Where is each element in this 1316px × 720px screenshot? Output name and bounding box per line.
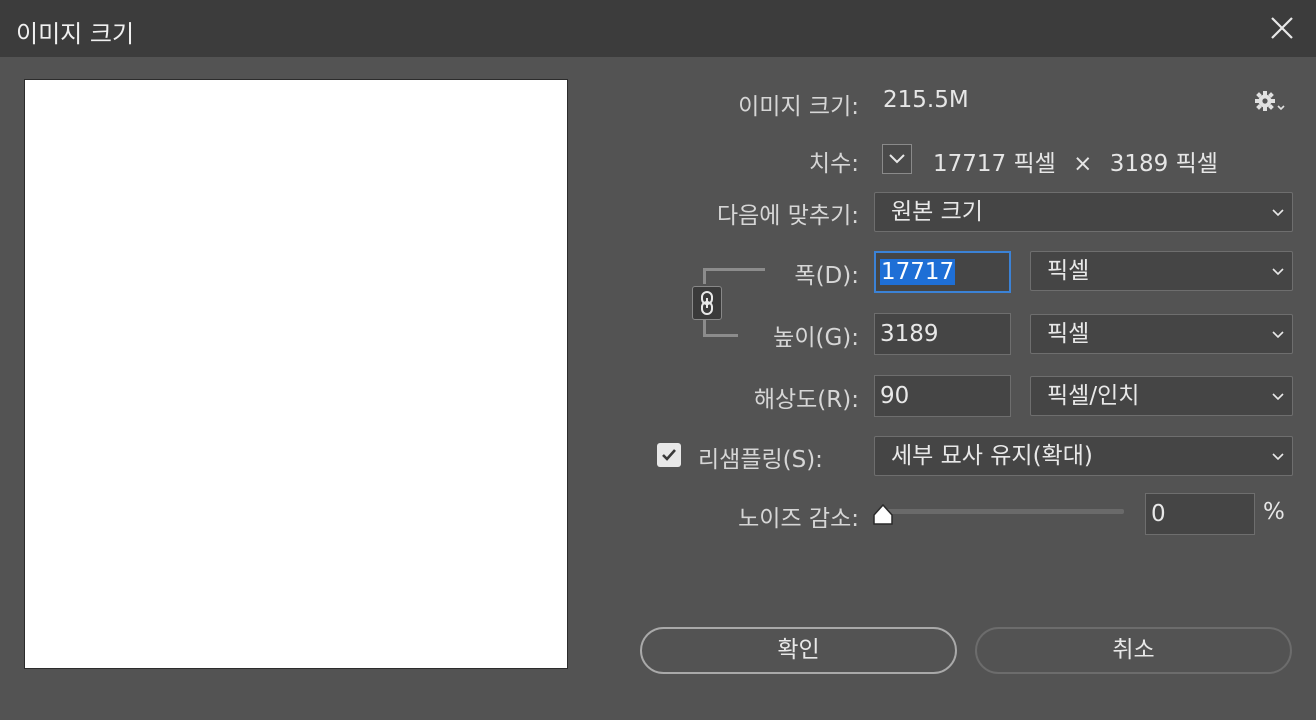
dimensions-width-unit: 픽셀	[1013, 151, 1056, 177]
dimensions-separator: ×	[1073, 151, 1093, 177]
resolution-input[interactable]: 90	[874, 375, 1011, 417]
height-input-value: 3189	[880, 321, 939, 347]
resolution-unit-select[interactable]: 픽셀/인치	[1030, 376, 1293, 416]
chevron-down-icon	[1272, 209, 1284, 217]
chevron-down-icon	[1272, 268, 1284, 276]
close-button[interactable]	[1266, 12, 1298, 44]
link-bracket-top	[703, 268, 765, 271]
dimensions-height-unit: 픽셀	[1175, 151, 1218, 177]
chevron-down-icon	[889, 154, 905, 164]
chevron-down-icon	[1272, 331, 1284, 339]
dimensions-unit-toggle[interactable]	[882, 144, 912, 174]
fit-to-label: 다음에 맞추기:	[716, 203, 859, 229]
dialog-title: 이미지 크기	[16, 20, 135, 48]
noise-reduction-unit: %	[1263, 499, 1285, 525]
resample-label: 리샘플링(S):	[698, 447, 823, 473]
resample-checkbox[interactable]	[657, 443, 681, 467]
dimensions-width-value: 17717	[933, 151, 1007, 177]
close-icon	[1271, 17, 1293, 39]
noise-reduction-slider[interactable]	[884, 509, 1124, 514]
link-bracket-top-vertical	[703, 268, 706, 284]
width-unit-select[interactable]: 픽셀	[1030, 251, 1293, 291]
fit-to-selected: 원본 크기	[891, 199, 983, 225]
dimensions-height-value: 3189	[1109, 151, 1169, 177]
resample-method-selected: 세부 묘사 유지(확대)	[891, 443, 1093, 469]
gear-icon	[1255, 91, 1285, 111]
link-icon	[701, 291, 713, 315]
height-input[interactable]: 3189	[874, 313, 1011, 355]
ok-button[interactable]: 확인	[640, 627, 957, 674]
chevron-down-icon	[1272, 393, 1284, 401]
resolution-unit-selected: 픽셀/인치	[1047, 383, 1140, 409]
height-unit-selected: 픽셀	[1047, 321, 1090, 347]
height-unit-select[interactable]: 픽셀	[1030, 314, 1293, 354]
fit-to-select[interactable]: 원본 크기	[874, 192, 1293, 232]
width-input-value: 17717	[880, 259, 956, 285]
noise-reduction-input[interactable]: 0	[1145, 493, 1255, 535]
noise-reduction-value: 0	[1151, 501, 1166, 527]
image-size-label: 이미지 크기:	[738, 94, 859, 120]
resolution-label: 해상도(R):	[753, 387, 859, 413]
width-unit-selected: 픽셀	[1047, 258, 1090, 284]
title-bar: 이미지 크기	[0, 0, 1316, 57]
settings-button[interactable]	[1254, 89, 1288, 115]
width-input[interactable]: 17717	[874, 251, 1011, 293]
dimensions-readout: 17717 픽셀 × 3189 픽셀	[933, 144, 1218, 178]
chevron-down-icon	[1272, 453, 1284, 461]
resolution-input-value: 90	[880, 383, 910, 409]
resample-method-select[interactable]: 세부 묘사 유지(확대)	[874, 436, 1293, 476]
noise-reduction-label: 노이즈 감소:	[738, 506, 859, 532]
checkmark-icon	[662, 449, 676, 461]
width-label: 폭(D):	[794, 263, 859, 289]
slider-thumb-icon[interactable]	[871, 503, 895, 527]
cancel-button[interactable]: 취소	[975, 627, 1292, 674]
image-size-value: 215.5M	[883, 87, 969, 113]
constrain-proportions-button[interactable]	[692, 286, 722, 320]
link-bracket-bottom	[703, 334, 738, 337]
height-label: 높이(G):	[773, 325, 859, 351]
image-preview[interactable]	[24, 79, 568, 669]
dimensions-label: 치수:	[808, 151, 859, 177]
